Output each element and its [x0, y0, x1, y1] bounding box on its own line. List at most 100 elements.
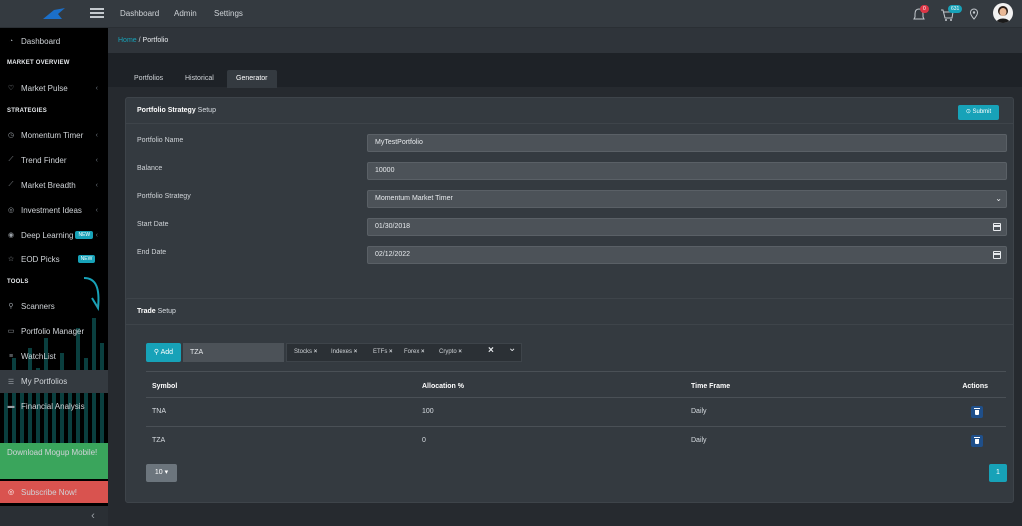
sidebar-item-market-breadth[interactable]: ⟋ Market Breadth ‹ [0, 175, 108, 195]
sidebar-collapse-button[interactable]: ‹ [0, 506, 108, 526]
subscribe-button[interactable]: ◎ Subscribe Now! [0, 481, 108, 503]
list-icon: ☰ [7, 378, 15, 386]
hamburger-menu-icon[interactable] [90, 6, 104, 20]
remove-icon[interactable]: × [314, 349, 318, 355]
card-title-bold: Trade [137, 308, 156, 315]
sidebar-item-label: WatchList [21, 351, 56, 361]
sidebar: ◔ Dashboard MARKET OVERVIEW ♡ Market Pul… [0, 28, 108, 526]
chart-line-icon: ⟋ [8, 156, 14, 163]
notification-badge: 0 [920, 5, 929, 13]
sidebar-item-investment-ideas[interactable]: ◎ Investment Ideas ‹ [0, 200, 108, 220]
add-button[interactable]: ⚲ Add [146, 343, 181, 362]
download-app-button[interactable]: Download Mogup Mobile! [0, 443, 108, 479]
chevron-left-icon: ‹ [95, 181, 98, 189]
end-date-label: End Date [137, 249, 167, 256]
timeframe-cell: Daily [691, 437, 707, 444]
briefcase-icon: ▭ [7, 328, 15, 335]
analysis-icon: ▬ [7, 402, 15, 410]
location-pin-icon[interactable] [969, 5, 985, 21]
filter-chip-etfs[interactable]: ETFs × [373, 349, 393, 355]
start-date-label: Start Date [137, 221, 169, 228]
table-row: TZA 0 Daily [146, 426, 1006, 455]
cart-icon[interactable]: 631 [940, 5, 963, 21]
heart-icon: ♡ [7, 85, 15, 92]
remove-icon[interactable]: × [421, 349, 425, 355]
chevron-left-icon: ‹ [95, 131, 98, 139]
start-date-input[interactable]: 01/30/2018 [367, 218, 1007, 236]
filter-chip-crypto[interactable]: Crypto × [439, 349, 462, 355]
trash-icon [974, 436, 980, 444]
nav-settings[interactable]: Settings [214, 0, 243, 28]
message-badge: 631 [948, 5, 963, 13]
end-date-input[interactable]: 02/12/2022 [367, 246, 1007, 264]
sidebar-item-trend-finder[interactable]: ⟋ Trend Finder ‹ [0, 150, 108, 170]
sidebar-item-label: Market Breadth [21, 180, 76, 190]
table-header: Symbol Allocation % Time Frame Actions [146, 371, 1006, 398]
sidebar-item-label: Momentum Timer [21, 130, 84, 140]
chevron-down-icon[interactable]: ⌄ [508, 343, 516, 354]
sidebar-item-financial-analysis[interactable]: ▬ Financial Analysis [0, 396, 108, 416]
symbol-input[interactable]: TZA [183, 343, 284, 362]
filter-chip-indexes[interactable]: Indexes × [331, 349, 357, 355]
new-badge: NEW [75, 231, 94, 239]
clear-all-icon[interactable]: × [488, 345, 494, 356]
tab-historical[interactable]: Historical [176, 70, 223, 88]
calendar-icon[interactable] [993, 223, 1001, 231]
sidebar-item-label: Portfolio Manager [21, 326, 85, 336]
tab-portfolios[interactable]: Portfolios [125, 70, 172, 88]
delete-button[interactable] [971, 406, 983, 418]
chevron-left-icon: ‹ [95, 156, 98, 164]
sidebar-item-momentum-timer[interactable]: ◷ Momentum Timer ‹ [0, 125, 108, 145]
sidebar-item-label: Trend Finder [21, 155, 67, 165]
card-title-bold: Portfolio Strategy [137, 107, 196, 114]
nav-admin[interactable]: Admin [174, 0, 197, 28]
sidebar-item-label: Deep Learning [21, 230, 74, 240]
column-actions: Actions [962, 383, 988, 390]
delete-button[interactable] [971, 435, 983, 447]
search-icon: ⚲ [8, 303, 14, 310]
chip-label: Crypto [439, 349, 457, 355]
portfolio-name-input[interactable]: MyTestPortfolio [367, 134, 1007, 152]
tab-generator[interactable]: Generator [227, 70, 277, 88]
symbol-cell: TNA [152, 408, 166, 415]
table-row: TNA 100 Daily [146, 397, 1006, 426]
trash-icon [974, 407, 980, 415]
sidebar-item-scanners[interactable]: ⚲ Scanners ‹ [0, 296, 108, 316]
breadcrumb-current: Portfolio [142, 37, 169, 44]
portfolio-strategy-select[interactable]: Momentum Market Timer ⌄ [367, 190, 1007, 208]
nav-dashboard[interactable]: Dashboard [120, 0, 159, 28]
page-size-value: 10 [154, 469, 163, 476]
timer-icon: ◷ [7, 132, 15, 139]
sidebar-item-market-pulse[interactable]: ♡ Market Pulse ‹ [0, 78, 108, 98]
dashboard-icon: ◔ [8, 37, 14, 45]
pagination-page[interactable]: 1 [989, 464, 1007, 482]
breadcrumb-home[interactable]: Home [118, 37, 137, 44]
filter-chip-forex[interactable]: Forex × [404, 349, 425, 355]
remove-icon[interactable]: × [389, 349, 393, 355]
page-size-select[interactable]: 10 ▾ [146, 464, 177, 482]
sidebar-item-dashboard[interactable]: ◔ Dashboard [0, 31, 108, 51]
sidebar-item-label: Scanners [21, 301, 55, 311]
sidebar-item-portfolio-manager[interactable]: ▭ Portfolio Manager [0, 321, 108, 341]
remove-icon[interactable]: × [458, 349, 462, 355]
sidebar-item-watchlist[interactable]: ≡ WatchList [0, 346, 108, 366]
column-symbol: Symbol [152, 383, 178, 390]
remove-icon[interactable]: × [354, 349, 358, 355]
sidebar-item-deep-learning[interactable]: ◉ Deep Learning NEW ‹ [0, 225, 108, 245]
sidebar-item-label: Market Pulse [21, 83, 68, 93]
search-icon: ⚲ [153, 349, 161, 356]
chevron-down-icon: ⌄ [995, 194, 1002, 203]
balance-input[interactable]: 10000 [367, 162, 1007, 180]
list-icon: ≡ [8, 352, 14, 360]
calendar-icon[interactable] [993, 251, 1001, 259]
bell-icon[interactable]: 0 [913, 5, 929, 21]
section-strategies: STRATEGIES [7, 108, 47, 114]
filter-chip-stocks[interactable]: Stocks × [294, 349, 317, 355]
avatar[interactable] [993, 3, 1013, 23]
lightbulb-icon: ◎ [7, 207, 15, 214]
symbol-cell: TZA [152, 437, 166, 444]
chevron-left-icon: ‹ [95, 231, 98, 239]
sidebar-item-my-portfolios[interactable]: ☰ My Portfolios [0, 370, 108, 393]
submit-button[interactable]: ⊙ Submit [958, 105, 999, 120]
sidebar-item-label: Investment Ideas [21, 205, 82, 215]
